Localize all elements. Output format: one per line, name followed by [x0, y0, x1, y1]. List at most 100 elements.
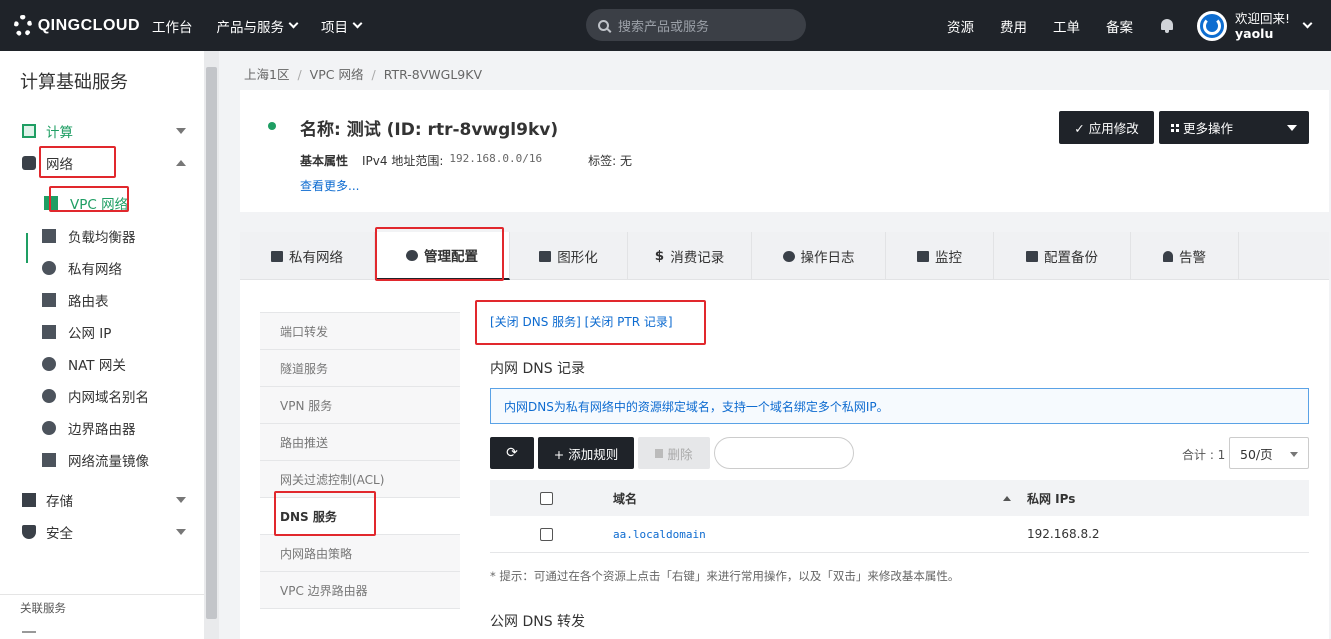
add-rule-button[interactable]: + 添加规则 [538, 437, 634, 469]
more-actions-label: 更多操作 [1183, 121, 1234, 136]
resource-summary-card: 名称: 测试 (ID: rtr-8vwgl9kv) 基本属性 IPv4 地址范围… [240, 90, 1329, 212]
sidebar-item-private-network[interactable]: 私有网络 [42, 258, 122, 278]
tab-operation-log[interactable]: 操作日志 [752, 232, 886, 280]
caret-down-icon [1287, 125, 1297, 131]
tab-label: 图形化 [557, 250, 598, 266]
grid-icon [1171, 123, 1179, 132]
tab-graphical[interactable]: 图形化 [510, 232, 628, 280]
tab-alerts[interactable]: 告警 [1131, 232, 1239, 280]
nav-projects[interactable]: 项目 [309, 0, 373, 51]
bell-icon[interactable] [1159, 18, 1175, 34]
select-all-checkbox[interactable] [540, 491, 553, 505]
config-subnav: 端口转发 隧道服务 VPN 服务 路由推送 网关过滤控制(ACL) DNS 服务… [260, 312, 460, 609]
sidebar-title: 计算基础服务 [20, 72, 128, 93]
camera-icon [1026, 250, 1038, 262]
sidebar-item-vpc-network[interactable]: VPC 网络 [44, 193, 128, 213]
subnav-route-push[interactable]: 路由推送 [260, 424, 460, 461]
sidebar-item-label: VPC 网络 [70, 197, 129, 213]
nav-workbench-label: 工作台 [152, 19, 193, 36]
subnav-dns-service[interactable]: DNS 服务 [260, 498, 460, 535]
nav-tickets[interactable]: 工单 [1053, 16, 1080, 36]
sidebar-group-network[interactable]: 网络 [22, 153, 190, 173]
sidebar-item-nat-gateway[interactable]: NAT 网关 [42, 354, 126, 374]
global-search-input[interactable]: 搜索产品或服务 [586, 9, 806, 41]
nav-icp-filing[interactable]: 备案 [1106, 16, 1133, 36]
dns-records-table: 域名 私网 IPs aa.localdomain 192.168.8.2 [490, 480, 1309, 553]
tab-monitoring[interactable]: 监控 [886, 232, 994, 280]
more-actions-button[interactable]: 更多操作 [1159, 111, 1309, 144]
tab-management-config[interactable]: 管理配置 [375, 232, 510, 280]
tab-private-network[interactable]: 私有网络 [240, 232, 375, 280]
subnav-gateway-acl[interactable]: 网关过滤控制(ACL) [260, 461, 460, 498]
breadcrumb-zone[interactable]: 上海1区 [244, 67, 289, 82]
logo-text: QINGCLOUD [37, 16, 140, 34]
sidebar-item-traffic-mirror[interactable]: 网络流量镜像 [42, 450, 149, 470]
avatar[interactable] [1196, 10, 1227, 41]
apply-changes-button[interactable]: ✓ 应用修改 [1059, 111, 1154, 144]
dns-info-box: 内网DNS为私有网络中的资源绑定域名，支持一个域名绑定多个私网IP。 [490, 388, 1309, 424]
nav-resources[interactable]: 资源 [947, 16, 974, 36]
dns-toggle-links[interactable]: [关闭 DNS 服务] [关闭 PTR 记录] [490, 313, 673, 330]
ipv4-range-label: IPv4 地址范围: [362, 154, 444, 168]
refresh-button[interactable]: ⟳ [490, 437, 534, 469]
delete-button[interactable]: 删除 [638, 437, 710, 469]
sidebar-scrollbar-thumb[interactable] [206, 67, 217, 619]
sidebar: 计算基础服务 计算 网络 VPC 网络 负载均衡器 私有网络 路由表 公网 IP… [0, 51, 219, 639]
sidebar-item-label: 网络流量镜像 [68, 454, 149, 470]
sidebar-group-label: 计算 [46, 125, 73, 141]
dollar-icon: $ [654, 248, 665, 264]
user-menu[interactable]: 欢迎回来! yaolu [1235, 11, 1290, 41]
sidebar-item-domain-alias[interactable]: 内网域名别名 [42, 386, 149, 406]
sidebar-item-border-router[interactable]: 边界路由器 [42, 418, 136, 438]
subnav-tunnel-service[interactable]: 隧道服务 [260, 350, 460, 387]
nav-billing[interactable]: 费用 [1000, 16, 1027, 36]
per-page-value: 50/页 [1240, 446, 1273, 462]
table-row[interactable]: aa.localdomain 192.168.8.2 [490, 516, 1309, 553]
traffic-mirror-icon [42, 453, 56, 467]
tab-config-backup[interactable]: 配置备份 [994, 232, 1131, 280]
sidebar-item-route-table[interactable]: 路由表 [42, 290, 109, 310]
subnav-vpn-service[interactable]: VPN 服务 [260, 387, 460, 424]
welcome-text: 欢迎回来! [1234, 10, 1290, 26]
tab-billing-records[interactable]: $ 消费记录 [628, 232, 752, 280]
divider [0, 594, 204, 595]
gears-icon [406, 249, 418, 261]
sidebar-group-security[interactable]: 安全 [22, 522, 190, 542]
per-page-select[interactable]: 50/页 [1229, 437, 1309, 469]
sidebar-item-label: NAT 网关 [68, 358, 126, 374]
table-header: 域名 私网 IPs [490, 480, 1309, 516]
tab-label: 监控 [935, 250, 962, 266]
filter-search-input[interactable] [714, 437, 854, 469]
related-services-label: 关联服务 [20, 601, 66, 615]
row-domain[interactable]: aa.localdomain [613, 528, 706, 541]
breadcrumb-vpc[interactable]: VPC 网络 [310, 67, 364, 82]
active-indicator [26, 233, 28, 263]
sidebar-group-compute[interactable]: 计算 [22, 121, 190, 141]
sidebar-item-label: 公网 IP [68, 326, 112, 342]
subnav-port-forwarding[interactable]: 端口转发 [260, 313, 460, 350]
sidebar-item-load-balancer[interactable]: 负载均衡器 [42, 226, 136, 246]
subnav-internal-route-policy[interactable]: 内网路由策略 [260, 535, 460, 572]
qingcloud-logo[interactable]: QINGCLOUD [14, 14, 140, 37]
nav-products-services[interactable]: 产品与服务 [205, 0, 310, 51]
sidebar-item-public-ip[interactable]: 公网 IP [42, 322, 111, 342]
chevron-down-icon[interactable] [1302, 18, 1313, 29]
sort-icon[interactable] [1003, 495, 1011, 501]
vpc-icon [44, 196, 58, 210]
sidebar-item-label: 边界路由器 [68, 422, 136, 438]
public-dns-forwarding-title: 公网 DNS 转发 [490, 614, 586, 630]
subnav-vpc-border-router[interactable]: VPC 边界路由器 [260, 572, 460, 609]
nav-workbench[interactable]: 工作台 [140, 0, 205, 51]
area-chart-icon [917, 250, 929, 262]
view-more-link[interactable]: 查看更多... [300, 177, 359, 194]
nav-projects-label: 项目 [321, 19, 348, 36]
row-checkbox[interactable] [540, 527, 553, 541]
border-router-icon [42, 421, 56, 435]
collapse-sidebar-icon[interactable] [22, 631, 36, 633]
tab-label: 告警 [1179, 250, 1206, 266]
sidebar-group-storage[interactable]: 存储 [22, 490, 190, 510]
chip-icon [22, 124, 36, 138]
caret-down-icon [1290, 452, 1298, 457]
sidebar-item-label: 私有网络 [68, 262, 122, 278]
caret-up-icon [176, 160, 186, 166]
